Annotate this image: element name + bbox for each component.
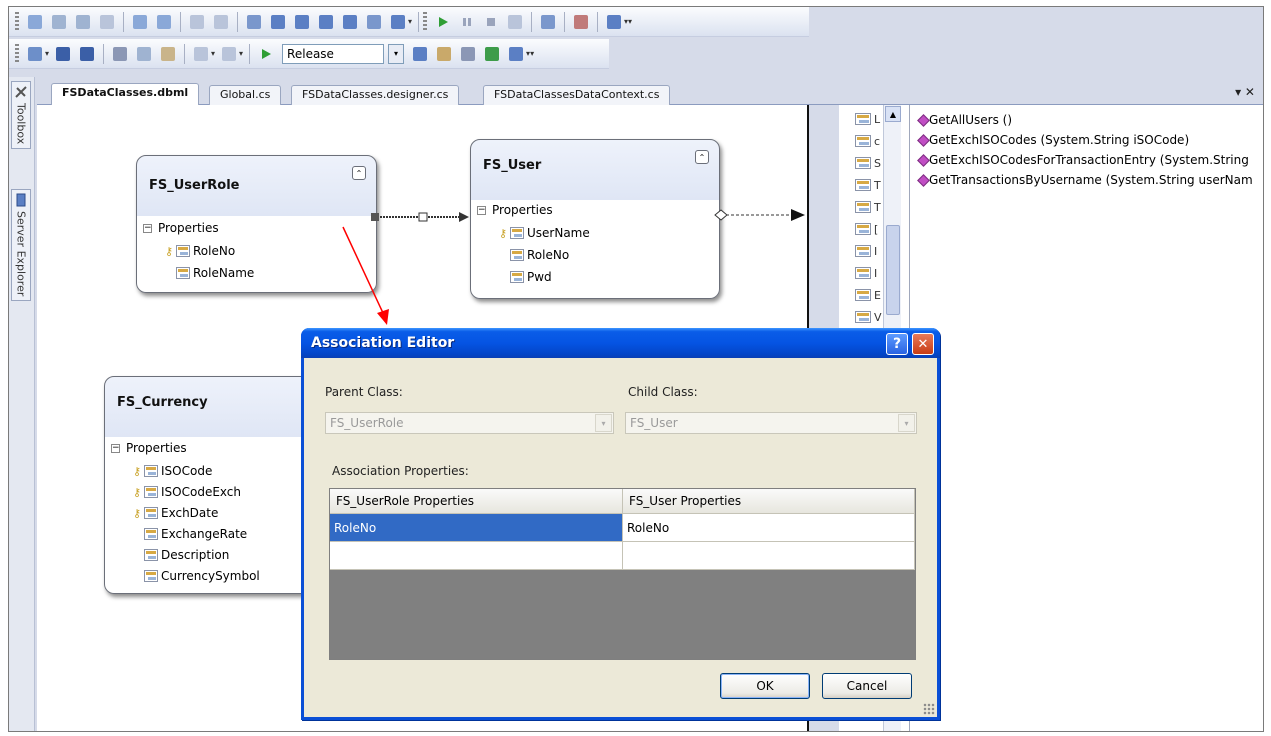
resize-grip-icon[interactable] bbox=[923, 703, 935, 715]
close-icon: ✕ bbox=[917, 336, 929, 352]
parent-class-value: FS_UserRole bbox=[330, 416, 404, 430]
grid-cell-child-new[interactable] bbox=[623, 542, 915, 570]
annotation-arrow bbox=[342, 226, 389, 325]
grid-cell-parent-new[interactable] bbox=[330, 542, 623, 570]
header-label: FS_User Properties bbox=[629, 494, 742, 508]
child-class-select[interactable]: FS_User ▾ bbox=[625, 412, 917, 434]
help-icon: ? bbox=[892, 336, 902, 352]
chevron-down-icon[interactable]: ▾ bbox=[595, 414, 612, 432]
close-button[interactable]: ✕ bbox=[912, 333, 934, 355]
dialog-title: Association Editor bbox=[311, 335, 455, 351]
button-label: OK bbox=[756, 679, 774, 693]
parent-class-select[interactable]: FS_UserRole ▾ bbox=[325, 412, 614, 434]
chevron-down-icon[interactable]: ▾ bbox=[898, 414, 915, 432]
association-properties-label: Association Properties: bbox=[332, 464, 469, 478]
button-label: Cancel bbox=[846, 679, 888, 693]
child-class-value: FS_User bbox=[630, 416, 678, 430]
dialog-titlebar[interactable]: Association Editor ? ✕ bbox=[301, 328, 940, 358]
grid-cell-parent[interactable]: RoleNo bbox=[330, 514, 623, 542]
association-properties-grid[interactable]: FS_UserRole Properties FS_User Propertie… bbox=[329, 488, 916, 660]
grid-header-parent[interactable]: FS_UserRole Properties bbox=[330, 489, 623, 514]
association-editor-dialog: Association Editor ? ✕ Parent Class: FS_… bbox=[301, 328, 940, 720]
help-button[interactable]: ? bbox=[886, 333, 908, 355]
grid-header-child[interactable]: FS_User Properties bbox=[623, 489, 915, 514]
cancel-button[interactable]: Cancel bbox=[822, 673, 912, 699]
cell-value: RoleNo bbox=[627, 520, 670, 535]
association-connector[interactable] bbox=[371, 212, 469, 222]
association-connector-right[interactable] bbox=[714, 209, 805, 221]
header-label: FS_UserRole Properties bbox=[336, 494, 474, 508]
parent-class-label: Parent Class: bbox=[325, 385, 403, 399]
cell-value: RoleNo bbox=[334, 520, 377, 535]
grid-cell-child[interactable]: RoleNo bbox=[623, 514, 915, 542]
ide-window: ▾ ▾ ▾ ▾ ▾ ▾ Release ▾ ▾ ▾ Toolbox Server… bbox=[8, 6, 1264, 732]
ok-button[interactable]: OK bbox=[720, 673, 810, 699]
child-class-label: Child Class: bbox=[628, 385, 698, 399]
